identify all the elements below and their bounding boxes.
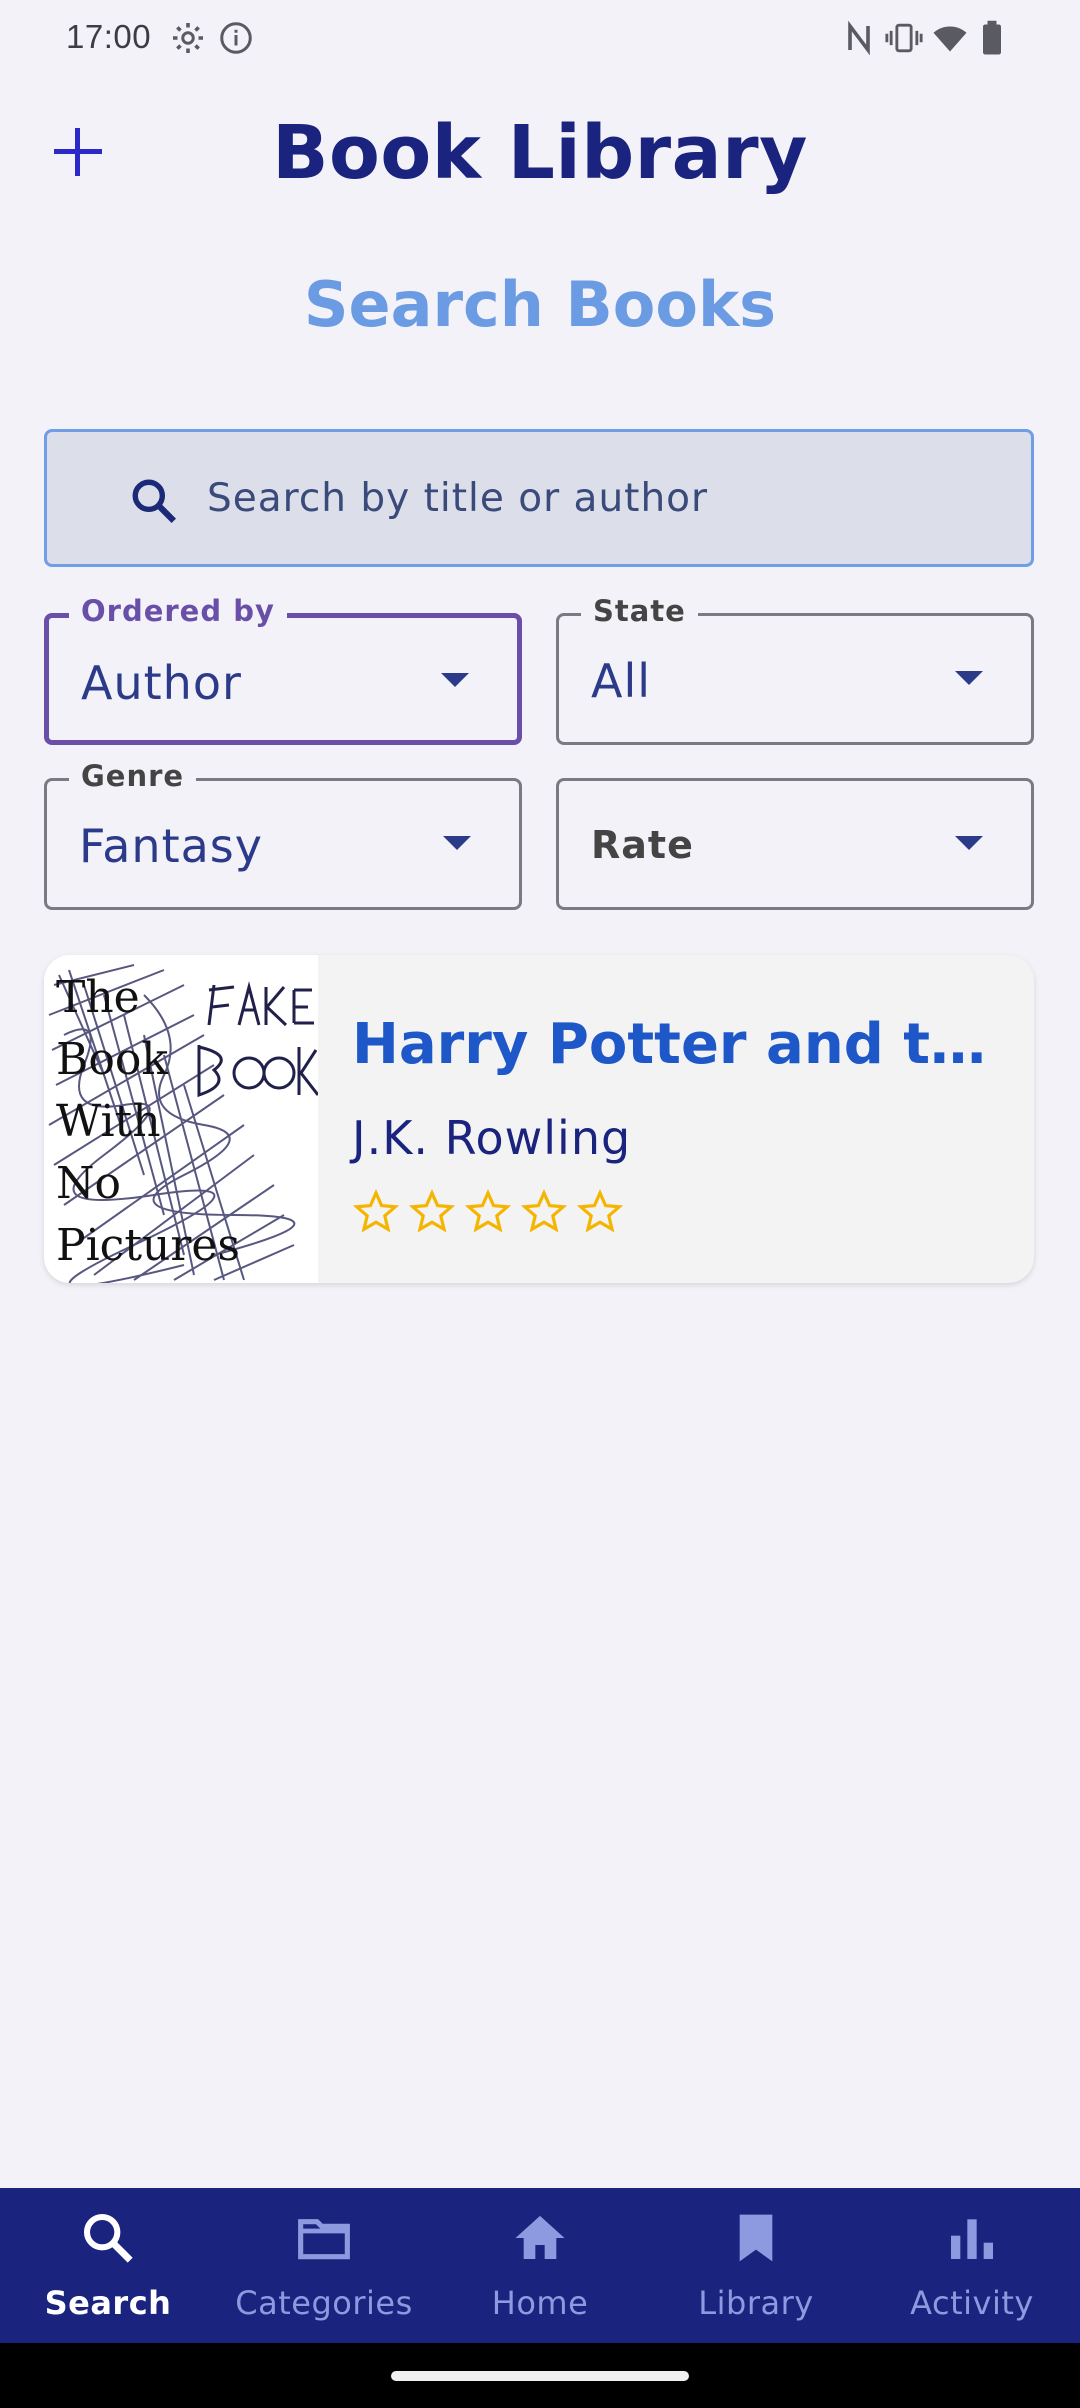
- book-cover-text: The Book With No Pictures: [56, 972, 240, 1271]
- book-card[interactable]: The Book With No Pictures Harry Potter a…: [44, 955, 1034, 1283]
- nav-label-home: Home: [491, 2284, 589, 2322]
- chevron-down-icon: [443, 836, 471, 850]
- genre-label: Genre: [69, 759, 197, 793]
- rate-dropdown[interactable]: Rate: [556, 778, 1034, 910]
- search-icon: [83, 2213, 133, 2263]
- nav-label-search: Search: [44, 2284, 172, 2322]
- star-icon[interactable]: [576, 1188, 624, 1236]
- folder-icon: [298, 2219, 350, 2260]
- search-input[interactable]: [187, 432, 1047, 564]
- app-header: Book Library: [0, 100, 1080, 210]
- home-indicator[interactable]: [391, 2371, 689, 2381]
- star-icon[interactable]: [464, 1188, 512, 1236]
- app-title: Book Library: [272, 110, 808, 196]
- state-value: All: [591, 654, 652, 708]
- genre-value: Fantasy: [79, 819, 263, 873]
- book-author: J.K. Rowling: [352, 1111, 632, 1165]
- settings-icon: [170, 20, 206, 60]
- nav-activity[interactable]: Activity: [864, 2188, 1080, 2343]
- ordered-by-dropdown[interactable]: Ordered by Author: [44, 594, 522, 745]
- nav-label-categories: Categories: [235, 2284, 413, 2322]
- nav-label-library: Library: [698, 2284, 814, 2322]
- ordered-by-value: Author: [81, 656, 242, 710]
- vibrate-icon: [884, 20, 924, 60]
- nav-categories[interactable]: Categories: [216, 2188, 432, 2343]
- state-dropdown[interactable]: State All: [556, 594, 1034, 745]
- star-icon[interactable]: [352, 1188, 400, 1236]
- page-subtitle: Search Books: [303, 268, 777, 341]
- wifi-icon: [932, 20, 968, 60]
- nav-home[interactable]: Home: [432, 2188, 648, 2343]
- state-label: State: [581, 594, 698, 628]
- nav-library[interactable]: Library: [648, 2188, 864, 2343]
- chevron-down-icon: [441, 673, 469, 687]
- nfc-icon: [844, 20, 874, 60]
- star-icon[interactable]: [520, 1188, 568, 1236]
- search-box[interactable]: [44, 429, 1047, 567]
- chevron-down-icon: [955, 836, 983, 850]
- star-icon[interactable]: [408, 1188, 456, 1236]
- info-icon: [218, 20, 254, 60]
- battery-icon: [980, 20, 1004, 60]
- chevron-down-icon: [955, 671, 983, 685]
- rating-stars[interactable]: [352, 1188, 632, 1236]
- book-title[interactable]: Harry Potter and the ...: [352, 1012, 1012, 1077]
- rate-placeholder: Rate: [591, 823, 694, 867]
- bookmark-icon: [739, 2214, 773, 2262]
- ordered-by-label: Ordered by: [69, 594, 287, 628]
- bottom-nav: Search Categories Home Library Activity: [0, 2188, 1080, 2343]
- genre-dropdown[interactable]: Genre Fantasy: [44, 759, 522, 910]
- home-icon: [515, 2215, 565, 2259]
- gesture-bar: [0, 2343, 1080, 2408]
- book-cover: The Book With No Pictures: [44, 955, 318, 1283]
- search-icon: [129, 476, 179, 530]
- nav-search[interactable]: Search: [0, 2188, 216, 2343]
- status-bar: 17:00: [0, 0, 1080, 78]
- bar-chart-icon: [951, 2219, 993, 2259]
- status-time: 17:00: [66, 18, 152, 55]
- nav-label-activity: Activity: [910, 2284, 1034, 2322]
